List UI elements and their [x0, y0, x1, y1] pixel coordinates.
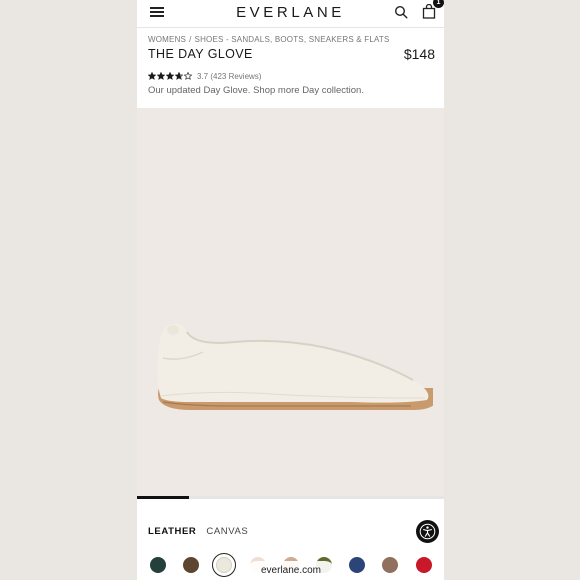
breadcrumb: WOMENS / SHOES - SANDALS, BOOTS, SNEAKERS … [148, 35, 390, 44]
color-swatch[interactable] [150, 557, 166, 573]
star-icon [175, 72, 183, 80]
tab-leather[interactable]: LEATHER [148, 526, 196, 537]
product-page: EVERLANE 1 WOMENS / SHOES - SANDALS, BOOTS… [137, 0, 444, 580]
product-price: $148 [403, 46, 435, 62]
breadcrumb-shoes[interactable]: SHOES - SANDALS, BOOTS, SNEAKERS & FLATS [195, 35, 390, 44]
star-icon [166, 72, 174, 80]
domain-label: everlane.com [247, 561, 335, 580]
star-icon [148, 72, 156, 80]
right-background [444, 0, 580, 580]
color-swatch[interactable] [212, 553, 237, 577]
image-carousel-progress [137, 496, 444, 499]
carousel-progress-fill [137, 496, 190, 499]
breadcrumb-separator: / [189, 35, 192, 44]
product-image[interactable] [137, 108, 444, 498]
star-icon [157, 72, 165, 80]
color-swatch[interactable] [183, 557, 200, 573]
rating-stars [148, 72, 192, 80]
left-background [0, 0, 137, 580]
product-subtitle: Our updated Day Glove. Shop more Day col… [148, 85, 364, 96]
product-rating[interactable]: 3.7 (423 Reviews) [148, 70, 261, 82]
search-icon[interactable] [394, 5, 408, 19]
top-navigation: EVERLANE 1 [137, 0, 444, 28]
star-icon [184, 72, 192, 80]
material-tabs: LEATHER CANVAS [148, 526, 248, 537]
accessibility-button[interactable] [416, 520, 439, 543]
shoe-illustration [157, 323, 433, 410]
accessibility-icon [419, 523, 436, 540]
color-swatch[interactable] [415, 557, 432, 573]
product-title: THE DAY GLOVE [148, 47, 253, 61]
color-swatch[interactable] [349, 557, 366, 573]
reviews-link[interactable]: 3.7 (423 Reviews) [197, 72, 261, 81]
breadcrumb-womens[interactable]: WOMENS [148, 35, 186, 44]
tab-canvas[interactable]: CANVAS [206, 526, 248, 537]
color-swatch[interactable] [382, 557, 399, 573]
